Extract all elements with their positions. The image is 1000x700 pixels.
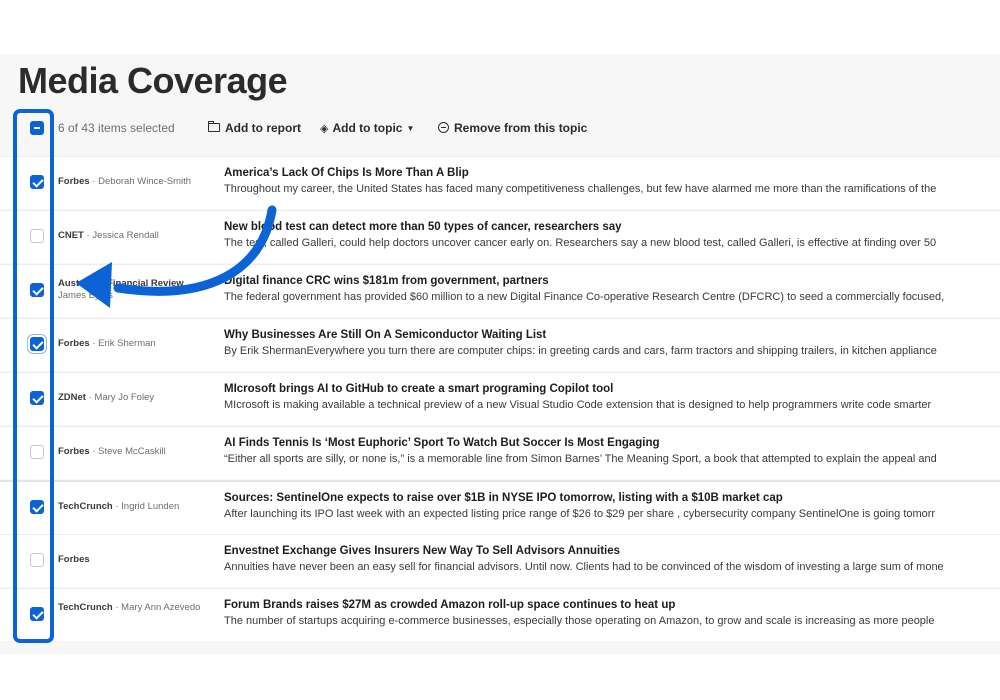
article-headline[interactable]: Envestnet Exchange Gives Insurers New Wa… [224,545,620,557]
article-source: ZDNet · Mary Jo Foley [58,392,155,403]
author-name: Erik Sherman [98,338,156,349]
add-to-topic-dropdown[interactable]: ◈ Add to topic ▼ [320,121,414,135]
article-source: TechCrunch · Ingrid Lunden [58,501,180,512]
article-headline[interactable]: New blood test can detect more than 50 t… [224,221,622,233]
article-headline[interactable]: MIcrosoft brings AI to GitHub to create … [224,383,613,395]
article-headline[interactable]: Why Businesses Are Still On A Semiconduc… [224,329,546,341]
select-all-checkbox[interactable] [30,121,44,135]
article-source: Forbes · Deborah Wince-Smith [58,176,192,187]
article-snippet: After launching its IPO last week with a… [224,508,936,520]
article-headline[interactable]: Forum Brands raises $27M as crowded Amaz… [224,599,675,611]
article-snippet: The number of startups acquiring e-comme… [224,615,935,627]
remove-from-topic-button[interactable]: Remove from this topic [438,121,587,135]
author-name: Steve McCaskill [98,446,166,457]
article-row[interactable]: ZDNet · Mary Jo Foley MIcrosoft brings A… [0,372,1000,425]
layers-icon: ◈ [320,123,329,135]
publication-name: ZDNet [58,392,86,403]
article-row[interactable]: Forbes · Erik Sherman Why Businesses Are… [0,318,1000,371]
article-row[interactable]: Australian Financial Review James Eyers D… [0,264,1000,317]
article-snippet: The federal government has provided $60 … [224,291,945,303]
row-checkbox[interactable] [30,445,44,459]
article-row[interactable]: TechCrunch · Mary Ann Azevedo Forum Bran… [0,588,1000,641]
article-source: CNET · Jessica Rendall [58,230,159,241]
article-source: Forbes · Erik Sherman [58,338,156,349]
article-source: Forbes [58,554,208,566]
publication-name: Forbes [58,176,90,187]
author-name: Ingrid Lunden [121,501,180,512]
author-name: Mary Jo Foley [94,392,155,403]
caret-down-icon: ▼ [406,124,415,133]
add-to-report-button[interactable]: Add to report [208,121,301,135]
row-checkbox[interactable] [30,391,44,405]
bulk-action-toolbar: 6 of 43 items selected Add to report ◈ Ad… [0,116,1000,140]
row-checkbox[interactable] [30,175,44,189]
article-headline[interactable]: America’s Lack Of Chips Is More Than A B… [224,167,469,179]
article-headline[interactable]: Sources: SentinelOne expects to raise ov… [224,492,783,504]
publication-name: Forbes [58,338,90,349]
article-headline[interactable]: Digital finance CRC wins $181m from gove… [224,275,549,287]
row-checkbox[interactable] [30,500,44,514]
author-name: Jessica Rendall [92,230,159,241]
article-snippet: The test, called Galleri, could help doc… [224,237,937,249]
page-title: Media Coverage [18,60,288,101]
publication-name: Australian Financial Review [58,278,184,289]
minus-circle-icon [438,122,449,133]
publication-name: Forbes [58,554,90,565]
article-headline[interactable]: AI Finds Tennis Is ‘Most Euphoric’ Sport… [224,437,660,449]
author-name: Deborah Wince-Smith [98,176,192,187]
folder-icon [208,121,220,132]
article-row[interactable]: CNET · Jessica Rendall New blood test ca… [0,210,1000,263]
article-snippet: Throughout my career, the United States … [224,183,937,195]
author-name: James Eyers [58,290,113,301]
article-snippet: “Either all sports are silly, or none is… [224,453,937,465]
article-snippet: By Erik ShermanEverywhere you turn there… [224,345,937,357]
article-source: Forbes · Steve McCaskill [58,446,166,457]
row-checkbox[interactable] [30,283,44,297]
row-checkbox[interactable] [30,553,44,567]
row-checkbox[interactable] [30,337,44,351]
selection-count: 6 of 43 items selected [58,121,175,135]
article-snippet: MIcrosoft is making available a technica… [224,399,932,411]
article-source: Australian Financial Review James Eyers [58,278,208,302]
publication-name: CNET [58,230,84,241]
article-source: TechCrunch · Mary Ann Azevedo [58,602,201,613]
publication-name: TechCrunch [58,501,113,512]
author-name: Mary Ann Azevedo [121,602,201,613]
row-checkbox[interactable] [30,229,44,243]
row-checkbox[interactable] [30,607,44,621]
publication-name: Forbes [58,446,90,457]
article-row[interactable]: Forbes · Deborah Wince-Smith America’s L… [0,156,1000,209]
publication-name: TechCrunch [58,602,113,613]
article-row[interactable]: Forbes Envestnet Exchange Gives Insurers… [0,534,1000,587]
article-row[interactable]: Forbes · Steve McCaskill AI Finds Tennis… [0,426,1000,479]
article-snippet: Annuities have never been an easy sell f… [224,561,944,573]
article-row[interactable]: TechCrunch · Ingrid Lunden Sources: Sent… [0,480,1000,534]
